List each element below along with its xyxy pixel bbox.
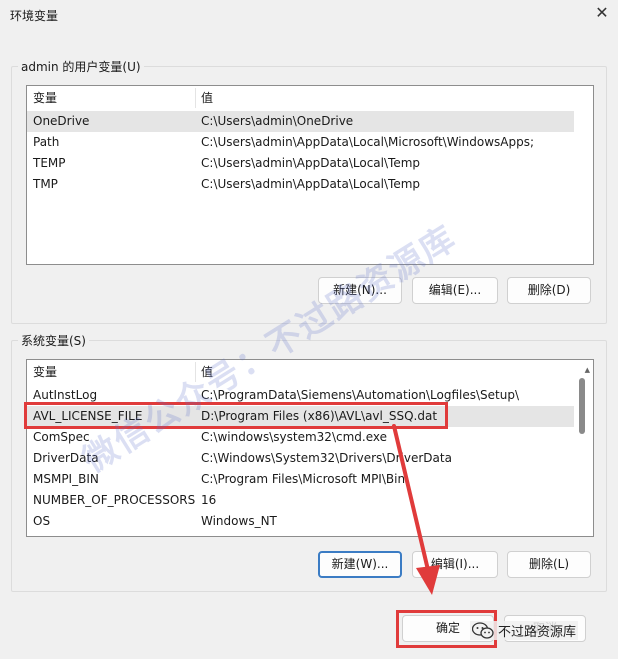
variable-name: TMP — [33, 177, 58, 191]
scroll-up-arrow-icon[interactable]: ▲ — [585, 366, 590, 374]
system-delete-button[interactable]: 删除(L) — [507, 551, 591, 578]
user-delete-button[interactable]: 删除(D) — [507, 277, 591, 304]
brand-name: 不过路资源库 — [498, 625, 577, 640]
variable-name: OneDrive — [33, 114, 90, 128]
list-header: 变量 值 — [27, 360, 593, 384]
variable-name: Path — [33, 135, 60, 149]
list-item[interactable]: TEMP C:\Users\admin\AppData\Local\Temp — [27, 153, 574, 174]
variable-name: OS — [33, 514, 51, 528]
variable-value: C:\Program Files\Microsoft MPI\Bin\ — [201, 472, 410, 486]
list-item[interactable]: NUMBER_OF_PROCESSORS 16 — [27, 490, 574, 511]
variable-name: MSMPI_BIN — [33, 472, 99, 486]
list-item[interactable]: Path C:\Users\admin\AppData\Local\Micros… — [27, 132, 574, 153]
watermark-brand: 不过路资源库 — [470, 621, 579, 640]
variable-value: C:\Users\admin\AppData\Local\Microsoft\W… — [201, 135, 534, 149]
variable-value: C:\Users\admin\OneDrive — [201, 114, 354, 128]
variable-value: Windows_NT — [201, 514, 277, 528]
system-variables-label: 系统变量(S) — [18, 332, 89, 349]
list-item[interactable]: OS Windows_NT — [27, 511, 574, 532]
variable-value: C:\windows\system32\cmd.exe — [201, 430, 387, 444]
scrollbar-thumb[interactable] — [579, 378, 585, 434]
variable-name: TEMP — [33, 156, 66, 170]
close-icon[interactable]: ✕ — [594, 5, 610, 21]
user-variables-label: admin 的用户变量(U) — [18, 58, 144, 75]
variable-value: 16 — [201, 493, 217, 507]
list-item[interactable]: OneDrive C:\Users\admin\OneDrive — [27, 111, 574, 132]
arrow-annotation — [392, 424, 440, 595]
variable-name: NUMBER_OF_PROCESSORS — [33, 493, 196, 507]
wechat-icon — [472, 621, 494, 639]
user-variables-list[interactable]: 变量 值 OneDrive C:\Users\admin\OneDrive Pa… — [26, 85, 594, 265]
variable-value: C:\Users\admin\AppData\Local\Temp — [201, 156, 421, 170]
list-item[interactable]: TMP C:\Users\admin\AppData\Local\Temp — [27, 174, 574, 195]
list-header: 变量 值 — [27, 86, 593, 110]
window-title: 环境变量 — [10, 9, 59, 23]
column-header-variable[interactable]: 变量 — [27, 86, 195, 110]
column-header-value[interactable]: 值 — [195, 86, 575, 110]
user-edit-button[interactable]: 编辑(E)... — [412, 277, 498, 304]
variable-value: C:\Users\admin\AppData\Local\Temp — [201, 177, 421, 191]
